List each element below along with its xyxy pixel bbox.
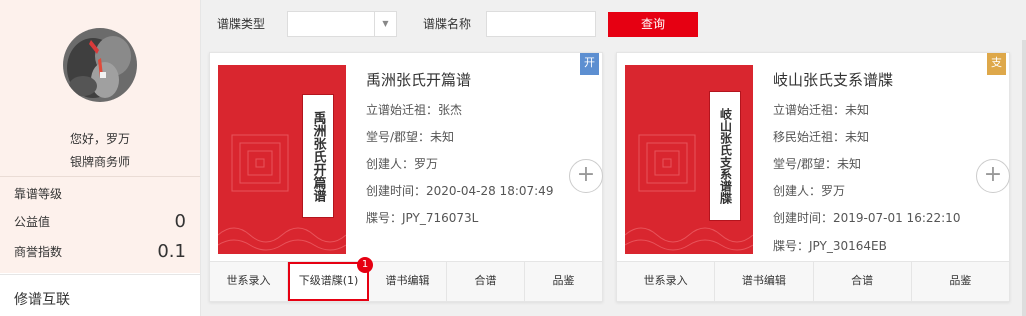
cover-title: 岐山张氏支系谱牒 xyxy=(718,108,733,204)
section-title: 修谱互联 xyxy=(14,292,70,308)
name-input[interactable] xyxy=(486,11,596,37)
info-line: 创建时间：2019-07-01 16:22:10 xyxy=(773,211,961,225)
action-merge[interactable]: 合谱 xyxy=(447,262,525,301)
info-line: 堂号/郡望：未知 xyxy=(366,130,455,144)
search-button[interactable]: 查询 xyxy=(608,12,698,37)
type-tag: 开 xyxy=(580,53,599,75)
stat-row: 商誉指数 0.1 xyxy=(14,241,186,262)
genealogy-card: 禹洲张氏开篇谱 开 禹洲张氏开篇谱 立谱始迁祖：张杰 堂号/郡望：未知 创建人：… xyxy=(209,52,603,302)
action-merge[interactable]: 合谱 xyxy=(814,262,912,301)
type-tag: 支 xyxy=(987,53,1006,75)
info-line: 创建时间：2020-04-28 18:07:49 xyxy=(366,184,554,198)
avatar[interactable] xyxy=(63,28,137,102)
greeting-text: 您好，罗万 xyxy=(69,132,130,146)
card-actions: 世系录入 谱书编辑 合谱 品鉴 xyxy=(617,261,1009,301)
stat-label: 商誉指数 xyxy=(14,245,63,259)
info-line: 立谱始迁祖：未知 xyxy=(773,103,870,117)
name-label: 谱牒名称 xyxy=(423,17,472,31)
card-actions: 世系录入 下级谱牒(1) 1 谱书编辑 合谱 品鉴 xyxy=(210,257,602,301)
action-lineage-entry[interactable]: 世系录入 xyxy=(210,262,288,301)
stat-value: 0 xyxy=(174,211,186,232)
card-title[interactable]: 岐山张氏支系谱牒 xyxy=(773,69,893,90)
action-lineage-entry[interactable]: 世系录入 xyxy=(617,262,716,301)
stats-panel: 靠谱等级 公益值 0 商誉指数 0.1 xyxy=(0,176,200,273)
action-book-edit[interactable]: 谱书编辑 xyxy=(715,262,814,301)
info-line: 堂号/郡望：未知 xyxy=(773,157,862,171)
card-title[interactable]: 禹洲张氏开篇谱 xyxy=(366,69,471,90)
info-line: 创建人：罗万 xyxy=(773,184,846,198)
sidebar-section-header[interactable]: 修谱互联 xyxy=(0,274,200,316)
book-cover[interactable]: 岐山张氏支系谱牒 xyxy=(625,65,753,254)
cover-title-label: 禹洲张氏开篇谱 xyxy=(302,94,334,218)
cover-title: 禹洲张氏开篇谱 xyxy=(310,110,326,202)
genealogy-card: 岐山张氏支系谱牒 支 岐山张氏支系谱牒 立谱始迁祖：未知 移民始迁祖：未知 堂号… xyxy=(616,52,1010,302)
stat-row: 公益值 0 xyxy=(14,211,186,232)
action-book-edit[interactable]: 谱书编辑 xyxy=(369,262,447,301)
chevron-down-icon[interactable]: ▼ xyxy=(374,12,396,36)
filter-bar: 谱牒类型 ▼ 谱牒名称 查询 xyxy=(201,0,1026,44)
plus-icon[interactable]: + xyxy=(569,159,603,193)
action-appraise[interactable]: 品鉴 xyxy=(525,262,602,301)
info-line: 牒号：JPY_30164EB xyxy=(773,239,887,253)
info-line: 移民始迁祖：未知 xyxy=(773,130,870,144)
book-cover[interactable]: 禹洲张氏开篇谱 xyxy=(218,65,346,254)
info-line: 牒号：JPY_716073L xyxy=(366,211,479,225)
action-appraise[interactable]: 品鉴 xyxy=(912,262,1009,301)
rank-title: 银牌商务师 xyxy=(69,155,130,169)
sidebar: 您好，罗万 银牌商务师 靠谱等级 公益值 0 商誉指数 0.1 修谱互联 xyxy=(0,0,201,316)
action-sub-genealogy[interactable]: 下级谱牒(1) 1 xyxy=(288,257,373,301)
info-line: 创建人：罗万 xyxy=(366,157,439,171)
action-label: 下级谱牒(1) xyxy=(298,274,359,287)
cover-title-label: 岐山张氏支系谱牒 xyxy=(709,91,741,221)
stat-value: 0.1 xyxy=(157,241,186,262)
stat-label: 靠谱等级 xyxy=(14,187,63,201)
plus-icon[interactable]: + xyxy=(976,159,1010,193)
scrollbar[interactable] xyxy=(1022,40,1026,316)
stat-label: 公益值 xyxy=(14,215,51,229)
profile-panel: 您好，罗万 银牌商务师 xyxy=(0,0,200,176)
info-line: 立谱始迁祖：张杰 xyxy=(366,103,463,117)
stat-row: 靠谱等级 xyxy=(14,185,186,202)
type-label: 谱牒类型 xyxy=(217,17,266,31)
type-select[interactable]: ▼ xyxy=(287,11,397,37)
